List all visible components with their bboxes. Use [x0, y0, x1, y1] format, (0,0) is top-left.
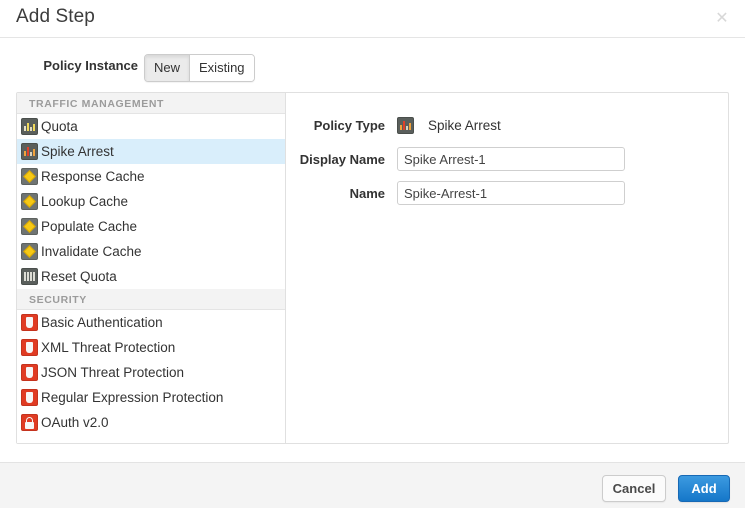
shield-icon — [21, 314, 38, 331]
shield-icon — [21, 389, 38, 406]
list-item-label: XML Threat Protection — [41, 340, 175, 356]
list-item-oauth-v2[interactable]: OAuth v2.0 — [17, 410, 285, 435]
shield-icon — [21, 364, 38, 381]
dialog-body: TRAFFIC MANAGEMENT Quota Spike Arrest Re… — [16, 92, 729, 444]
policy-instance-toggle-group[interactable]: New Existing — [144, 54, 255, 82]
policy-detail-pane: Policy Type Spike Arrest Display Name Na… — [286, 93, 728, 443]
diamond-icon — [21, 218, 38, 235]
policy-instance-row: Policy Instance New Existing — [0, 54, 745, 82]
list-item-label: OAuth v2.0 — [41, 415, 109, 431]
display-name-row: Display Name — [286, 147, 728, 171]
add-button[interactable]: Add — [678, 475, 730, 502]
list-item-label: Spike Arrest — [41, 144, 114, 160]
list-item-reset-quota[interactable]: Reset Quota — [17, 264, 285, 289]
list-item-regular-expression-protection[interactable]: Regular Expression Protection — [17, 385, 285, 410]
list-item-invalidate-cache[interactable]: Invalidate Cache — [17, 239, 285, 264]
name-label: Name — [286, 186, 397, 201]
list-item-response-cache[interactable]: Response Cache — [17, 164, 285, 189]
list-item-label: Basic Authentication — [41, 315, 163, 331]
list-item-label: Invalidate Cache — [41, 244, 142, 260]
policy-type-label: Policy Type — [286, 118, 397, 133]
policy-instance-label: Policy Instance — [0, 58, 138, 73]
toggle-new[interactable]: New — [145, 55, 190, 81]
cancel-button[interactable]: Cancel — [602, 475, 666, 502]
policy-type-row: Policy Type Spike Arrest — [286, 113, 728, 137]
list-item-populate-cache[interactable]: Populate Cache — [17, 214, 285, 239]
list-item-json-threat-protection[interactable]: JSON Threat Protection — [17, 360, 285, 385]
display-name-input[interactable] — [397, 147, 625, 171]
list-item-xml-threat-protection[interactable]: XML Threat Protection — [17, 335, 285, 360]
name-row: Name — [286, 181, 728, 205]
dialog-footer: Cancel Add — [0, 462, 745, 508]
bar-chart-icon — [21, 268, 38, 285]
bar-chart-icon — [397, 117, 414, 134]
list-item-label: Reset Quota — [41, 269, 117, 285]
toggle-existing[interactable]: Existing — [190, 55, 254, 81]
name-input[interactable] — [397, 181, 625, 205]
display-name-label: Display Name — [286, 152, 397, 167]
list-item-lookup-cache[interactable]: Lookup Cache — [17, 189, 285, 214]
list-item-label: Response Cache — [41, 169, 145, 185]
list-item-label: Regular Expression Protection — [41, 390, 223, 406]
bar-chart-icon — [21, 143, 38, 160]
list-item-label: Lookup Cache — [41, 194, 128, 210]
list-item-spike-arrest[interactable]: Spike Arrest — [17, 139, 285, 164]
dialog-header: Add Step ✕ — [0, 0, 745, 38]
section-header-security: SECURITY — [17, 289, 285, 310]
list-item-basic-authentication[interactable]: Basic Authentication — [17, 310, 285, 335]
policy-type-text: Spike Arrest — [428, 118, 501, 133]
diamond-icon — [21, 168, 38, 185]
diamond-icon — [21, 243, 38, 260]
list-item-label: Populate Cache — [41, 219, 137, 235]
list-item-label: Quota — [41, 119, 78, 135]
bar-chart-icon — [21, 118, 38, 135]
list-item-quota[interactable]: Quota — [17, 114, 285, 139]
lock-icon — [21, 414, 38, 431]
close-icon[interactable]: ✕ — [712, 8, 732, 28]
policy-type-value: Spike Arrest — [397, 117, 501, 134]
list-item-label: JSON Threat Protection — [41, 365, 184, 381]
shield-icon — [21, 339, 38, 356]
diamond-icon — [21, 193, 38, 210]
page-title: Add Step — [16, 6, 95, 28]
policy-list[interactable]: TRAFFIC MANAGEMENT Quota Spike Arrest Re… — [17, 93, 286, 443]
section-header-traffic-management: TRAFFIC MANAGEMENT — [17, 93, 285, 114]
